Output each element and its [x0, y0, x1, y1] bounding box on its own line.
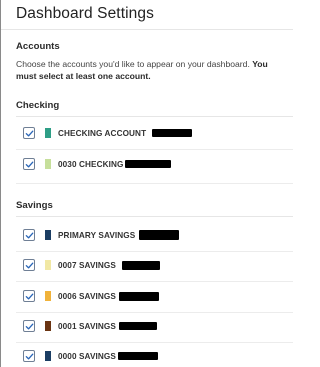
account-color-swatch: [45, 230, 51, 240]
redacted-account-number: [125, 160, 172, 168]
account-label: 0030 CHECKING: [58, 159, 124, 169]
account-label: 0007 SAVINGS: [58, 260, 116, 270]
account-color-swatch: [45, 260, 51, 270]
accounts-heading: Accounts: [16, 41, 60, 52]
check-icon: [25, 352, 33, 360]
account-label: 0001 SAVINGS: [58, 321, 116, 331]
row-divider: [16, 251, 293, 252]
row-divider: [16, 149, 293, 150]
row-divider: [16, 281, 293, 282]
account-row-checking-account[interactable]: CHECKING ACCOUNT: [23, 125, 293, 141]
account-row-0030-checking[interactable]: 0030 CHECKING: [23, 156, 293, 172]
account-row-0000-savings[interactable]: 0000 SAVINGS: [23, 348, 293, 364]
redacted-account-number: [152, 129, 193, 137]
check-icon: [25, 261, 33, 269]
title-divider: [1, 29, 293, 30]
account-label: 0000 SAVINGS: [58, 351, 116, 361]
account-checkbox[interactable]: [23, 127, 35, 139]
page-title: Dashboard Settings: [16, 5, 154, 22]
row-divider: [16, 312, 293, 313]
accounts-description-text: Choose the accounts you'd like to appear…: [16, 59, 253, 69]
account-color-swatch: [45, 128, 51, 138]
savings-group-heading: Savings: [16, 200, 53, 211]
redacted-account-number: [121, 260, 160, 270]
row-divider: [16, 183, 293, 184]
checking-group-heading: Checking: [16, 100, 60, 111]
check-icon: [25, 231, 33, 239]
account-color-swatch: [45, 291, 51, 301]
account-color-swatch: [45, 159, 51, 169]
redacted-account-number: [117, 352, 158, 360]
redacted-account-number: [139, 230, 180, 240]
account-row-0006-savings[interactable]: 0006 SAVINGS: [23, 288, 293, 304]
checking-group-divider: [16, 116, 293, 117]
check-icon: [25, 322, 33, 330]
account-checkbox[interactable]: [23, 229, 35, 241]
row-divider: [16, 342, 293, 343]
account-color-swatch: [45, 351, 51, 361]
account-row-0007-savings[interactable]: 0007 SAVINGS: [23, 257, 293, 273]
account-checkbox[interactable]: [23, 158, 35, 170]
redacted-account-number: [118, 291, 159, 301]
account-checkbox[interactable]: [23, 290, 35, 302]
redacted-account-number: [118, 322, 157, 330]
account-row-0001-savings[interactable]: 0001 SAVINGS: [23, 318, 293, 334]
account-checkbox[interactable]: [23, 259, 35, 271]
account-color-swatch: [45, 321, 51, 331]
check-icon: [25, 292, 33, 300]
check-icon: [25, 160, 33, 168]
dashboard-settings-panel: Dashboard Settings Accounts Choose the a…: [0, 0, 293, 367]
accounts-description: Choose the accounts you'd like to appear…: [16, 58, 286, 82]
account-label: 0006 SAVINGS: [58, 291, 116, 301]
account-label: CHECKING ACCOUNT: [58, 128, 147, 138]
account-label: PRIMARY SAVINGS: [58, 230, 136, 240]
savings-group-divider: [16, 216, 293, 217]
check-icon: [25, 129, 33, 137]
account-checkbox[interactable]: [23, 350, 35, 362]
account-checkbox[interactable]: [23, 320, 35, 332]
account-row-primary-savings[interactable]: PRIMARY SAVINGS: [23, 227, 293, 243]
